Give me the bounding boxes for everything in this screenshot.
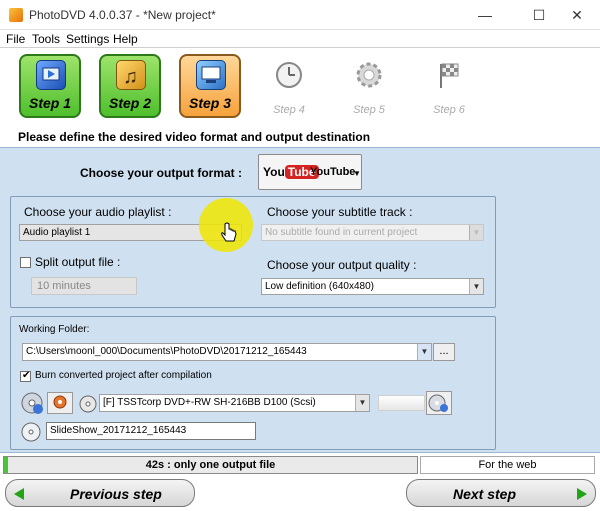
close-icon[interactable]: ✕ — [554, 0, 600, 30]
step-1-label: Step 1 — [28, 95, 71, 111]
clock-icon — [274, 60, 304, 90]
music-icon: ♫ — [116, 60, 146, 90]
burn-after-label: Burn converted project after compilation — [35, 370, 212, 381]
disc-burn-icon — [20, 391, 44, 415]
disc-label-icon — [20, 421, 42, 443]
previous-step-button[interactable]: Previous step — [5, 479, 195, 507]
gear-icon — [354, 60, 384, 90]
output-quality-select[interactable]: Low definition (640x480) ▼ — [261, 278, 484, 295]
output-format-button[interactable]: You Tube YouTube ▼ — [258, 154, 362, 190]
split-output-label: Split output file : — [35, 255, 121, 269]
checkered-flag-icon — [434, 60, 464, 90]
step-bar: Step 1 ♫ Step 2 Step 3 Step 4 Step 5 Ste… — [0, 48, 600, 130]
menu-settings[interactable]: Settings — [66, 32, 109, 46]
hand-cursor-icon — [220, 222, 238, 244]
menu-help[interactable]: Help — [113, 32, 138, 46]
page-prompt: Please define the desired video format a… — [18, 130, 371, 144]
window-title: PhotoDVD 4.0.0.37 - *New project* — [29, 8, 216, 22]
app-icon — [9, 8, 23, 22]
output-quality-label: Choose your output quality : — [267, 258, 417, 272]
step-6-label: Step 6 — [433, 104, 465, 116]
output-icon — [196, 60, 226, 90]
output-target-label: For the web — [420, 456, 595, 474]
working-folder-label: Working Folder: — [19, 324, 90, 335]
video-icon — [36, 60, 66, 90]
step-5-button[interactable]: Step 5 — [338, 54, 400, 118]
record-icon — [53, 395, 67, 409]
burn-after-checkbox[interactable] — [20, 370, 31, 382]
split-duration-field[interactable]: 10 minutes — [31, 277, 137, 295]
split-output-checkbox[interactable] — [20, 257, 31, 268]
next-step-label: Next step — [453, 486, 517, 502]
youtube-logo-you: You — [263, 165, 285, 179]
step-3-label: Step 3 — [188, 95, 231, 111]
step-3-button[interactable]: Step 3 — [179, 54, 241, 118]
subtitle-track-label: Choose your subtitle track : — [267, 205, 413, 219]
audio-playlist-label: Choose your audio playlist : — [24, 205, 172, 219]
chevron-down-icon: ▼ — [469, 279, 483, 294]
output-format-label: Choose your output format : — [80, 166, 242, 180]
menu-bar: File Tools Settings Help — [0, 30, 600, 48]
arrow-right-icon — [577, 488, 587, 500]
browse-folder-button[interactable]: ... — [433, 343, 455, 361]
eject-disc-button[interactable] — [426, 391, 452, 415]
status-text: 42s : only one output file — [145, 459, 276, 471]
step-2-button[interactable]: ♫ Step 2 — [99, 54, 161, 118]
menu-file[interactable]: File — [6, 32, 25, 46]
burner-drive-select[interactable]: [F] TSSTcorp DVD+-RW SH-216BB D100 (Scsi… — [99, 394, 370, 412]
disc-eject-icon — [428, 394, 448, 412]
title-bar: PhotoDVD 4.0.0.37 - *New project* — ☐ ✕ — [0, 0, 600, 30]
subtitle-track-value: No subtitle found in current project — [265, 227, 418, 238]
chevron-down-icon: ▼ — [469, 225, 483, 240]
chevron-down-icon: ▼ — [417, 344, 431, 360]
next-step-button[interactable]: Next step — [406, 479, 596, 507]
previous-step-label: Previous step — [70, 486, 162, 502]
audio-playlist-value: Audio playlist 1 — [23, 227, 91, 238]
burner-drive-value: [F] TSSTcorp DVD+-RW SH-216BB D100 (Scsi… — [103, 397, 316, 408]
step-1-button[interactable]: Step 1 — [19, 54, 81, 118]
step-4-button[interactable]: Step 4 — [258, 54, 320, 118]
step-5-label: Step 5 — [353, 104, 385, 116]
disc-drive-icon — [78, 395, 98, 413]
output-quality-value: Low definition (640x480) — [265, 281, 374, 292]
disc-label-field[interactable]: SlideShow_20171212_165443 — [46, 422, 256, 440]
step-4-label: Step 4 — [273, 104, 305, 116]
step-2-label: Step 2 — [108, 95, 151, 111]
step-6-button[interactable]: Step 6 — [418, 54, 480, 118]
output-format-value: YouTube — [310, 166, 356, 178]
working-folder-path: C:\Users\moonl_000\Documents\PhotoDVD\20… — [26, 346, 307, 357]
arrow-left-icon — [14, 488, 24, 500]
status-progress-bar: 42s : only one output file — [3, 456, 418, 474]
chevron-down-icon: ▼ — [353, 169, 361, 178]
burn-progress-bar — [378, 395, 425, 411]
working-folder-select[interactable]: C:\Users\moonl_000\Documents\PhotoDVD\20… — [22, 343, 432, 361]
record-button[interactable] — [47, 392, 73, 414]
svg-text:♫: ♫ — [123, 66, 138, 88]
subtitle-track-select[interactable]: No subtitle found in current project ▼ — [261, 224, 484, 241]
minimize-icon[interactable]: — — [462, 0, 508, 30]
chevron-down-icon: ▼ — [355, 395, 369, 411]
menu-tools[interactable]: Tools — [32, 32, 60, 46]
